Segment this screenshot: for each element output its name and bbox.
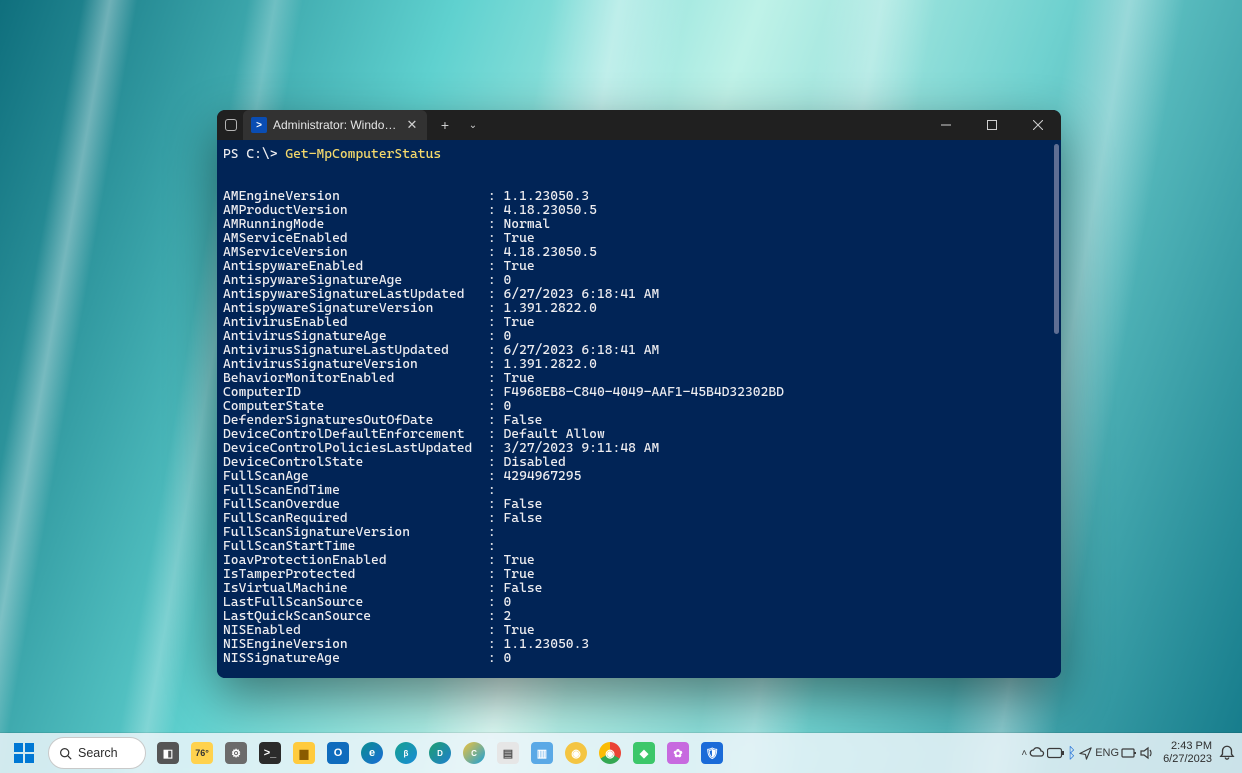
volume-icon[interactable] <box>1139 746 1155 760</box>
maximize-button[interactable] <box>969 110 1015 140</box>
tab-powershell[interactable]: Administrator: Windows Powe ✕ <box>243 110 427 140</box>
bluetooth-icon[interactable]: ᛒ <box>1067 745 1076 762</box>
edge-canary-button[interactable]: C <box>458 737 490 769</box>
nearshare-icon[interactable] <box>1078 746 1093 761</box>
close-button[interactable] <box>1015 110 1061 140</box>
tab-title: Administrator: Windows Powe <box>273 118 399 132</box>
clock-time: 2:43 PM <box>1163 740 1212 753</box>
tray-overflow-button[interactable]: ˄ <box>1021 748 1027 759</box>
app-icon <box>225 119 237 131</box>
desktop: Administrator: Windows Powe ✕ + ⌄ <box>0 0 1242 773</box>
battery-icon[interactable] <box>1047 747 1065 759</box>
outlook-button[interactable]: O <box>322 737 354 769</box>
tab-dropdown-button[interactable]: ⌄ <box>459 110 487 140</box>
weather-button[interactable]: 76° <box>186 737 218 769</box>
language-indicator[interactable]: ENG <box>1095 747 1119 759</box>
prompt-command: Get-MpComputerStatus <box>285 147 441 162</box>
file-explorer-button[interactable]: ▆ <box>288 737 320 769</box>
minimize-button[interactable] <box>923 110 969 140</box>
tab-close-button[interactable]: ✕ <box>403 116 421 134</box>
notepad-button[interactable]: ▥ <box>526 737 558 769</box>
new-tab-button[interactable]: + <box>431 110 459 140</box>
task-view-button[interactable]: ◧ <box>152 737 184 769</box>
app-generic-2[interactable]: ◆ <box>628 737 660 769</box>
app-generic-1[interactable]: ▤ <box>492 737 524 769</box>
settings-button[interactable]: ⚙ <box>220 737 252 769</box>
clock[interactable]: 2:43 PM 6/27/2023 <box>1163 740 1212 766</box>
edge-button[interactable]: e <box>356 737 388 769</box>
output-block: AMEngineVersion : 1.1.23050.3 AMProductV… <box>223 190 1055 666</box>
terminal-body[interactable]: PS C:\> Get-MpComputerStatus AMEngineVer… <box>217 140 1061 678</box>
powershell-icon <box>251 117 267 133</box>
edge-dev-button[interactable]: D <box>424 737 456 769</box>
network-icon[interactable] <box>1121 746 1137 760</box>
defender-button[interactable]: 🛡 <box>696 737 728 769</box>
scrollbar-thumb[interactable] <box>1054 144 1059 334</box>
terminal-pinned[interactable]: >_ <box>254 737 286 769</box>
onedrive-icon[interactable] <box>1029 745 1045 761</box>
chrome-button[interactable]: ◉ <box>594 737 626 769</box>
chrome-canary-button[interactable]: ◉ <box>560 737 592 769</box>
search-icon <box>59 747 72 760</box>
taskbar-search[interactable]: Search <box>48 737 146 769</box>
terminal-window: Administrator: Windows Powe ✕ + ⌄ <box>217 110 1061 678</box>
titlebar[interactable]: Administrator: Windows Powe ✕ + ⌄ <box>217 110 1061 140</box>
taskbar: Search ◧ 76° ⚙ >_ ▆ O e β D C ▤ ▥ ◉ ◉ ◆ … <box>0 733 1242 773</box>
notifications-button[interactable] <box>1218 744 1236 762</box>
prompt-prefix: PS C:\> <box>223 147 285 162</box>
clock-date: 6/27/2023 <box>1163 753 1212 766</box>
app-generic-3[interactable]: ✿ <box>662 737 694 769</box>
start-button[interactable] <box>6 737 42 769</box>
edge-beta-button[interactable]: β <box>390 737 422 769</box>
command-line: PS C:\> Get-MpComputerStatus <box>223 148 1055 162</box>
search-label: Search <box>78 746 118 760</box>
windows-logo-icon <box>14 743 34 763</box>
